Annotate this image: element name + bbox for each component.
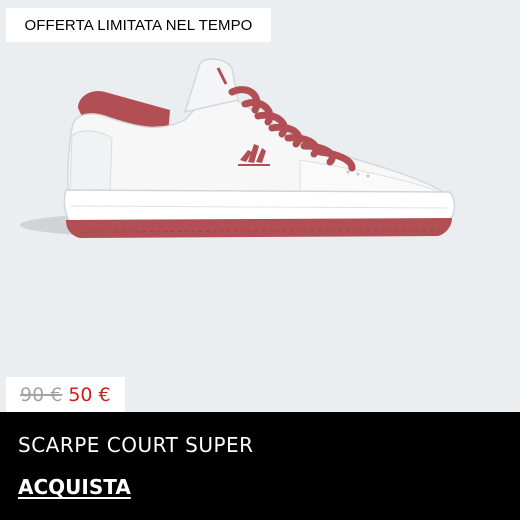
sneaker-image[interactable] xyxy=(0,40,520,280)
product-info-banner: SCARPE COURT SUPER ACQUISTA xyxy=(0,412,520,520)
product-name: SCARPE COURT SUPER xyxy=(18,433,254,457)
product-card[interactable]: OFFERTA LIMITATA NEL TEMPO 90 € 50 € SCA… xyxy=(0,0,520,520)
price-box: 90 € 50 € xyxy=(6,377,125,412)
sale-price: 50 € xyxy=(68,383,111,406)
old-price: 90 € xyxy=(20,383,63,406)
buy-link[interactable]: ACQUISTA xyxy=(18,475,131,499)
promo-badge: OFFERTA LIMITATA NEL TEMPO xyxy=(6,8,271,42)
promo-label: OFFERTA LIMITATA NEL TEMPO xyxy=(24,16,253,34)
